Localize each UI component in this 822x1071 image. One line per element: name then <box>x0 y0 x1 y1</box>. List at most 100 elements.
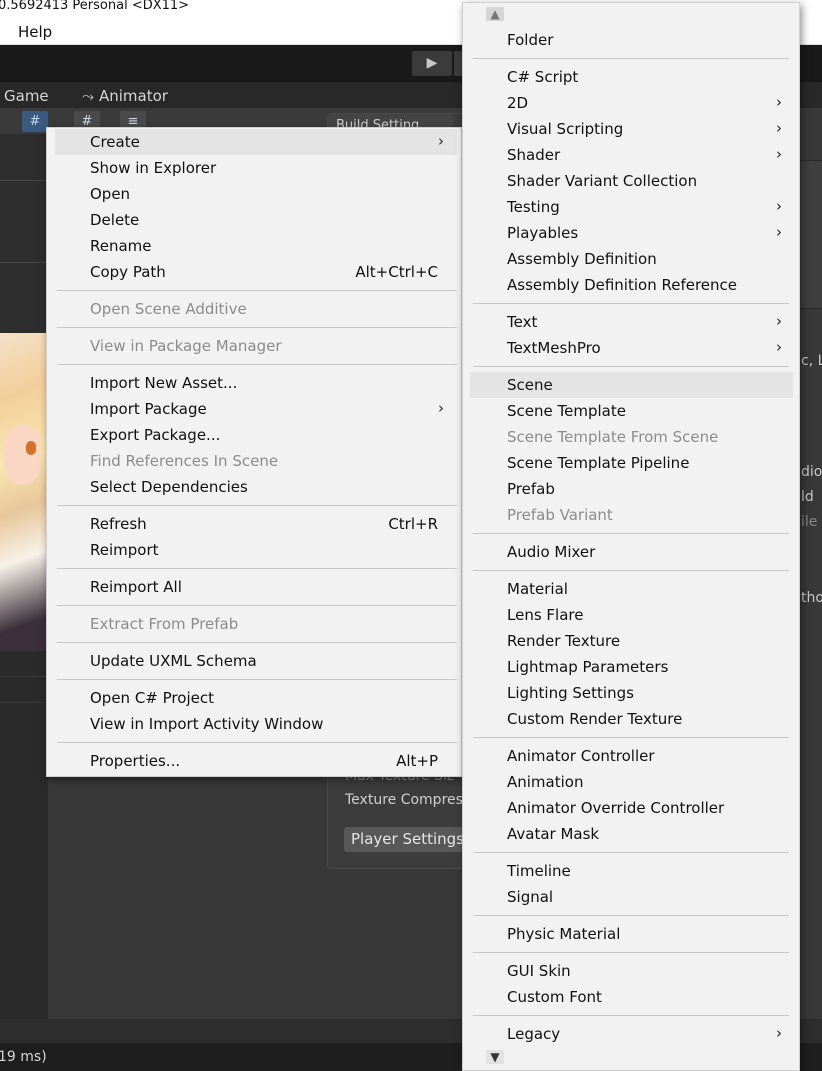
chevron-right-icon: › <box>776 93 782 111</box>
menu-item-label: Reimport <box>90 541 159 559</box>
context-menu-item-reimport[interactable]: Reimport <box>47 537 461 563</box>
create-item-visual-scripting[interactable]: Visual Scripting › <box>463 116 799 142</box>
context-menu-item-properties[interactable]: Properties... Alt+P <box>47 748 461 774</box>
play-button[interactable]: ▶ <box>412 51 452 76</box>
create-item-shader-variant-collection[interactable]: Shader Variant Collection <box>463 168 799 194</box>
create-item-timeline[interactable]: Timeline <box>463 858 799 884</box>
menu-item-label: Lens Flare <box>507 606 584 624</box>
context-menu-item-export-package[interactable]: Export Package... <box>47 422 461 448</box>
menu-separator <box>473 303 789 304</box>
create-item-text[interactable]: Text › <box>463 309 799 335</box>
create-item-assembly-definition-reference[interactable]: Assembly Definition Reference <box>463 272 799 298</box>
chevron-right-icon: › <box>776 119 782 137</box>
create-item-scene[interactable]: Scene <box>470 372 793 398</box>
create-item-signal[interactable]: Signal <box>463 884 799 910</box>
tab-game[interactable]: Game <box>4 87 49 105</box>
create-item-shader[interactable]: Shader › <box>463 142 799 168</box>
menu-item-shortcut: Alt+P <box>396 752 438 770</box>
menu-item-label: Create <box>90 133 140 151</box>
context-menu-item-delete[interactable]: Delete <box>47 207 461 233</box>
menu-separator <box>473 58 789 59</box>
context-menu-item-show-in-explorer[interactable]: Show in Explorer <box>47 155 461 181</box>
menu-item-label: Visual Scripting <box>507 120 624 138</box>
menu-item-label: Open <box>90 185 131 203</box>
create-item-audio-mixer[interactable]: Audio Mixer <box>463 539 799 565</box>
chevron-right-icon: › <box>776 312 782 330</box>
character-artwork-thumbnail <box>0 333 46 651</box>
menu-item-label: Rename <box>90 237 152 255</box>
tab-animator[interactable]: Animator <box>99 87 168 105</box>
create-item-physic-material[interactable]: Physic Material <box>463 921 799 947</box>
create-item-avatar-mask[interactable]: Avatar Mask <box>463 821 799 847</box>
create-item-animation[interactable]: Animation <box>463 769 799 795</box>
context-menu-item-view-in-import-activity-window[interactable]: View in Import Activity Window <box>47 711 461 737</box>
menu-item-label: Refresh <box>90 515 147 533</box>
menu-item-label: Shader Variant Collection <box>507 172 698 190</box>
console-area <box>0 651 48 1021</box>
context-menu-item-import-new-asset[interactable]: Import New Asset... <box>47 370 461 396</box>
artwork-face <box>4 425 40 485</box>
menu-item-label: Delete <box>90 211 140 229</box>
create-item-scene-template[interactable]: Scene Template <box>463 398 799 424</box>
menu-item-label: GUI Skin <box>507 962 571 980</box>
scroll-up-icon[interactable]: ▲ <box>486 7 504 21</box>
context-menu-item-rename[interactable]: Rename <box>47 233 461 259</box>
chevron-right-icon: › <box>438 399 444 417</box>
menu-item-label: Show in Explorer <box>90 159 217 177</box>
menu-item-label: Custom Font <box>507 988 602 1006</box>
create-item-scene-template-pipeline[interactable]: Scene Template Pipeline <box>463 450 799 476</box>
create-item-legacy[interactable]: Legacy › <box>463 1021 799 1047</box>
create-item-folder[interactable]: Folder <box>463 27 799 53</box>
create-item-prefab[interactable]: Prefab <box>463 476 799 502</box>
chevron-right-icon: › <box>776 197 782 215</box>
menu-item-label: Properties... <box>90 752 181 770</box>
context-menu-item-refresh[interactable]: Refresh Ctrl+R <box>47 511 461 537</box>
create-item-render-texture[interactable]: Render Texture <box>463 628 799 654</box>
grid-snap-icon[interactable]: # <box>22 111 48 132</box>
create-item-animator-controller[interactable]: Animator Controller <box>463 743 799 769</box>
menu-item-label: Material <box>507 580 568 598</box>
menu-item-label: Prefab <box>507 480 555 498</box>
create-item-lighting-settings[interactable]: Lighting Settings <box>463 680 799 706</box>
menu-item-label: TextMeshPro <box>507 339 601 357</box>
create-item-material[interactable]: Material <box>463 576 799 602</box>
menu-separator <box>57 290 457 291</box>
create-item-testing[interactable]: Testing › <box>463 194 799 220</box>
scroll-down-icon[interactable]: ▼ <box>486 1050 504 1064</box>
context-menu-item-create[interactable]: Create › <box>55 129 457 155</box>
context-menu-item-extract-from-prefab: Extract From Prefab <box>47 611 461 637</box>
context-menu-item-reimport-all[interactable]: Reimport All <box>47 574 461 600</box>
texture-compression-label: Texture Compres <box>345 792 463 808</box>
context-menu-item-select-dependencies[interactable]: Select Dependencies <box>47 474 461 500</box>
menu-help[interactable]: Help <box>18 23 52 41</box>
menu-separator <box>57 364 457 365</box>
menu-item-label: Extract From Prefab <box>90 615 239 633</box>
menu-item-label: Legacy <box>507 1025 561 1043</box>
context-menu-item-open[interactable]: Open <box>47 181 461 207</box>
context-menu-item-update-uxml-schema[interactable]: Update UXML Schema <box>47 648 461 674</box>
create-item-c-script[interactable]: C# Script <box>463 64 799 90</box>
create-item-textmeshpro[interactable]: TextMeshPro › <box>463 335 799 361</box>
menu-item-label: Scene <box>507 376 553 394</box>
create-item-custom-font[interactable]: Custom Font <box>463 984 799 1010</box>
create-item-lens-flare[interactable]: Lens Flare <box>463 602 799 628</box>
context-menu-item-import-package[interactable]: Import Package › <box>47 396 461 422</box>
create-item-gui-skin[interactable]: GUI Skin <box>463 958 799 984</box>
context-menu-item-open-c-project[interactable]: Open C# Project <box>47 685 461 711</box>
create-item-playables[interactable]: Playables › <box>463 220 799 246</box>
menu-item-label: Reimport All <box>90 578 182 596</box>
menu-item-label: Import Package <box>90 400 207 418</box>
menu-item-label: Import New Asset... <box>90 374 238 392</box>
menu-item-label: C# Script <box>507 68 579 86</box>
context-menu-item-find-references-in-scene: Find References In Scene <box>47 448 461 474</box>
create-item-2d[interactable]: 2D › <box>463 90 799 116</box>
menu-separator <box>473 1015 789 1016</box>
menu-item-label: Audio Mixer <box>507 543 596 561</box>
create-submenu: ▲ ▼ Folder C# Script 2D › Visual Scripting › S… <box>462 2 800 1071</box>
create-item-assembly-definition[interactable]: Assembly Definition <box>463 246 799 272</box>
menu-item-shortcut: Ctrl+R <box>388 515 438 533</box>
create-item-lightmap-parameters[interactable]: Lightmap Parameters <box>463 654 799 680</box>
create-item-animator-override-controller[interactable]: Animator Override Controller <box>463 795 799 821</box>
context-menu-item-copy-path[interactable]: Copy Path Alt+Ctrl+C <box>47 259 461 285</box>
create-item-custom-render-texture[interactable]: Custom Render Texture <box>463 706 799 732</box>
